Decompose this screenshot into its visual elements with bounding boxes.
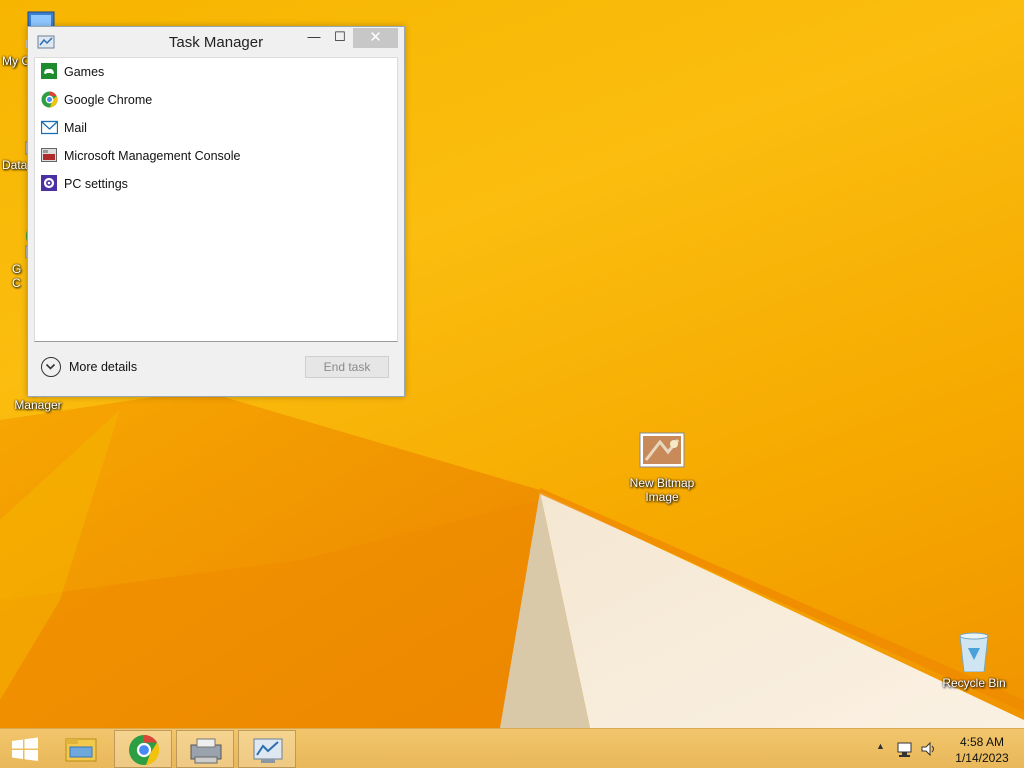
taskbar-file-explorer[interactable] bbox=[52, 730, 110, 768]
more-details-label: More details bbox=[69, 360, 138, 374]
taskbar-chrome[interactable] bbox=[114, 730, 172, 768]
task-manager-icon bbox=[239, 738, 297, 768]
recycle-bin-icon bbox=[950, 632, 998, 673]
title-bar[interactable]: Task Manager — ☐ ✕ bbox=[28, 27, 404, 57]
app-name: Google Chrome bbox=[64, 93, 153, 107]
app-name: Mail bbox=[64, 121, 87, 135]
list-item[interactable]: PC settings bbox=[35, 170, 397, 198]
close-button[interactable]: ✕ bbox=[353, 28, 398, 48]
settings-icon bbox=[41, 175, 58, 192]
app-name: Microsoft Management Console bbox=[64, 149, 241, 163]
list-item[interactable]: Google Chrome bbox=[35, 86, 397, 114]
clock-date: 1/14/2023 bbox=[955, 751, 1009, 765]
games-icon bbox=[41, 63, 58, 80]
chrome-icon bbox=[115, 735, 173, 768]
taskbar-printer[interactable] bbox=[176, 730, 234, 768]
list-item[interactable]: Microsoft Management Console bbox=[35, 142, 397, 170]
network-icon[interactable] bbox=[896, 740, 914, 761]
taskbar: ▲ 4:58 AM 1/14/2023 bbox=[0, 728, 1024, 768]
minimize-button[interactable]: — bbox=[301, 28, 327, 48]
app-list[interactable]: Games Google Chrome Mail Microsoft Manag… bbox=[34, 57, 398, 342]
end-task-button[interactable]: End task bbox=[305, 356, 389, 378]
maximize-button[interactable]: ☐ bbox=[327, 28, 353, 48]
volume-icon[interactable] bbox=[920, 740, 938, 761]
desktop-icon-label: Recycle Bin bbox=[942, 676, 1006, 690]
mmc-icon bbox=[41, 147, 58, 164]
chevron-down-icon bbox=[41, 357, 61, 377]
clock-time: 4:58 AM bbox=[959, 735, 1005, 749]
start-button[interactable] bbox=[0, 730, 50, 768]
clock[interactable]: 4:58 AM 1/14/2023 bbox=[948, 734, 1016, 766]
desktop-icon-recycle-bin[interactable]: Recycle Bin bbox=[936, 632, 1012, 690]
chrome-icon bbox=[41, 91, 58, 108]
mail-icon bbox=[40, 119, 59, 136]
start-icon bbox=[0, 737, 50, 768]
bitmap-image-icon bbox=[638, 432, 686, 472]
printer-icon bbox=[177, 738, 235, 768]
desktop-icon-label: New Bitmap Image bbox=[629, 476, 695, 504]
list-item[interactable]: Mail bbox=[35, 114, 397, 142]
desktop-icon-new-bitmap[interactable]: New Bitmap Image bbox=[624, 432, 700, 504]
show-hidden-icons-button[interactable]: ▲ bbox=[876, 741, 885, 751]
taskbar-task-manager[interactable] bbox=[238, 730, 296, 768]
app-name: Games bbox=[64, 65, 105, 79]
list-item[interactable]: Games bbox=[35, 58, 397, 86]
task-manager-window[interactable]: Task Manager — ☐ ✕ Games Google Chrome M… bbox=[27, 26, 405, 397]
app-name: PC settings bbox=[64, 177, 128, 191]
footer: More details End task bbox=[28, 343, 404, 395]
file-explorer-icon bbox=[52, 738, 110, 768]
